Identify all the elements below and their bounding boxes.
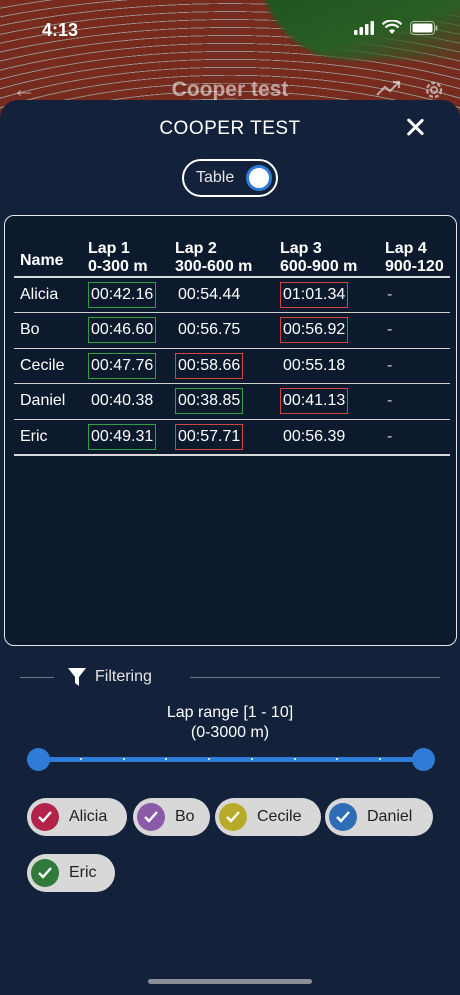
cooper-test-sheet: COOPER TEST Table Name Lap 1 0-300 m Lap… — [0, 100, 460, 995]
runner-chip-bo[interactable]: Bo — [133, 798, 210, 836]
filter-icon — [68, 668, 86, 686]
runner-name-cell: Eric — [20, 427, 48, 445]
slider-thumb-low[interactable] — [26, 748, 50, 771]
close-icon[interactable] — [402, 116, 428, 142]
table-toggle-label: Table — [196, 169, 235, 186]
home-indicator[interactable] — [148, 979, 312, 984]
runner-chip-alicia[interactable]: Alicia — [27, 798, 127, 836]
lap-time-cell: 00:46.60 — [88, 317, 157, 344]
runner-chip-label: Bo — [175, 808, 195, 825]
lap-table-panel: Name Lap 1 0-300 m Lap 2 300-600 m Lap 3… — [4, 215, 457, 646]
runner-name-cell: Bo — [20, 321, 40, 339]
wifi-icon — [382, 20, 402, 34]
lap-time-cell: 00:57.71 — [175, 423, 244, 450]
column-header-name: Name — [14, 236, 82, 277]
runner-chip-cecile[interactable]: Cecile — [215, 798, 321, 836]
toggle-knob[interactable] — [246, 165, 272, 191]
slider-thumb-high[interactable] — [411, 748, 435, 771]
gear-icon[interactable] — [422, 78, 446, 102]
table-row: Alicia 00:42.16 00:54.44 01:01.34 - — [14, 277, 450, 313]
check-icon — [31, 859, 59, 887]
lap-time-cell: 01:01.34 — [280, 282, 349, 308]
column-header-distance: 600-900 m — [280, 258, 358, 275]
lap-time-cell: 00:38.85 — [175, 388, 244, 415]
lap-time-cell: 00:54.44 — [178, 286, 241, 303]
lap-time-cell: - — [387, 427, 393, 445]
table-row: Cecile 00:47.76 00:58.66 00:55.18 - — [14, 348, 450, 384]
table-row: Eric 00:49.31 00:57.71 00:56.39 - — [14, 419, 450, 455]
table-header-row: Name Lap 1 0-300 m Lap 2 300-600 m Lap 3… — [14, 236, 450, 277]
lap-range-label: Lap range [1 - 10] — [166, 704, 294, 721]
column-header-lap3: Lap 3 600-900 m — [274, 236, 379, 277]
runner-chip-label: Cecile — [257, 808, 302, 825]
lap-time-cell: 00:56.92 — [280, 317, 349, 344]
runner-chip-eric[interactable]: Eric — [27, 854, 115, 892]
check-icon — [31, 803, 59, 831]
sheet-title: COOPER TEST — [159, 118, 301, 139]
divider — [190, 677, 440, 678]
lap-time-cell: 00:40.38 — [91, 392, 154, 410]
filtering-section-header[interactable]: Filtering — [20, 665, 440, 689]
column-header-distance: 0-300 m — [88, 258, 148, 275]
check-icon — [219, 803, 247, 831]
slider-tick — [293, 758, 296, 760]
lap-table: Name Lap 1 0-300 m Lap 2 300-600 m Lap 3… — [14, 236, 450, 456]
table-toggle[interactable]: Table — [182, 159, 278, 197]
lap-time-cell: 00:41.13 — [280, 388, 349, 415]
runner-chip-label: Daniel — [367, 808, 413, 825]
lap-time-cell: 00:56.39 — [283, 427, 346, 445]
runner-name-cell: Daniel — [20, 392, 66, 410]
column-header-label: Lap 1 — [88, 240, 130, 257]
column-header-lap4: Lap 4 900-120 — [379, 236, 450, 277]
lap-time-cell: 00:55.18 — [283, 356, 346, 374]
lap-range-text: Lap range [1 - 10] (0-3000 m) — [0, 703, 460, 743]
column-header-distance: 900-120 — [385, 258, 444, 275]
lap-time-cell: - — [387, 286, 393, 303]
status-time: 4:13 — [42, 20, 79, 40]
lap-time-cell: 00:56.75 — [178, 321, 241, 339]
table-row: Bo 00:46.60 00:56.75 00:56.92 - — [14, 313, 450, 348]
lap-time-cell: - — [387, 356, 393, 374]
signal-icon — [354, 20, 374, 35]
lap-range-slider[interactable] — [26, 745, 435, 773]
runner-name-cell: Cecile — [20, 356, 65, 374]
lap-time-cell: 00:49.31 — [88, 423, 157, 450]
slider-track[interactable] — [38, 757, 423, 762]
runner-chip-label: Eric — [69, 864, 97, 881]
runner-chip-daniel[interactable]: Daniel — [325, 798, 433, 836]
slider-tick — [122, 758, 125, 760]
column-header-lap2: Lap 2 300-600 m — [169, 236, 274, 277]
lap-time-cell: - — [387, 321, 393, 339]
column-header-distance: 300-600 m — [175, 258, 253, 275]
lap-time-cell: 00:47.76 — [88, 352, 157, 379]
distance-range-label: (0-3000 m) — [190, 724, 270, 741]
divider — [20, 677, 54, 678]
check-icon — [329, 803, 357, 831]
slider-tick — [79, 758, 82, 760]
status-bar: 4:13 — [0, 0, 460, 60]
runner-chip-label: Alicia — [69, 808, 108, 825]
lap-time-cell: 00:58.66 — [175, 352, 244, 379]
column-header-label: Lap 2 — [175, 240, 217, 257]
lap-time-cell: - — [387, 392, 393, 410]
column-header-label: Name — [20, 252, 64, 269]
lap-time-cell: 00:42.16 — [88, 282, 157, 308]
slider-tick — [250, 758, 253, 760]
trend-icon[interactable] — [376, 78, 402, 98]
column-header-label: Lap 3 — [280, 240, 322, 257]
table-row: Daniel 00:40.38 00:38.85 00:41.13 - — [14, 384, 450, 419]
column-header-label: Lap 4 — [385, 240, 427, 257]
battery-icon — [410, 20, 438, 35]
filtering-label: Filtering — [95, 668, 152, 685]
column-header-lap1: Lap 1 0-300 m — [82, 236, 169, 277]
runner-name-cell: Alicia — [20, 286, 59, 303]
check-icon — [137, 803, 165, 831]
status-icons — [354, 20, 438, 35]
